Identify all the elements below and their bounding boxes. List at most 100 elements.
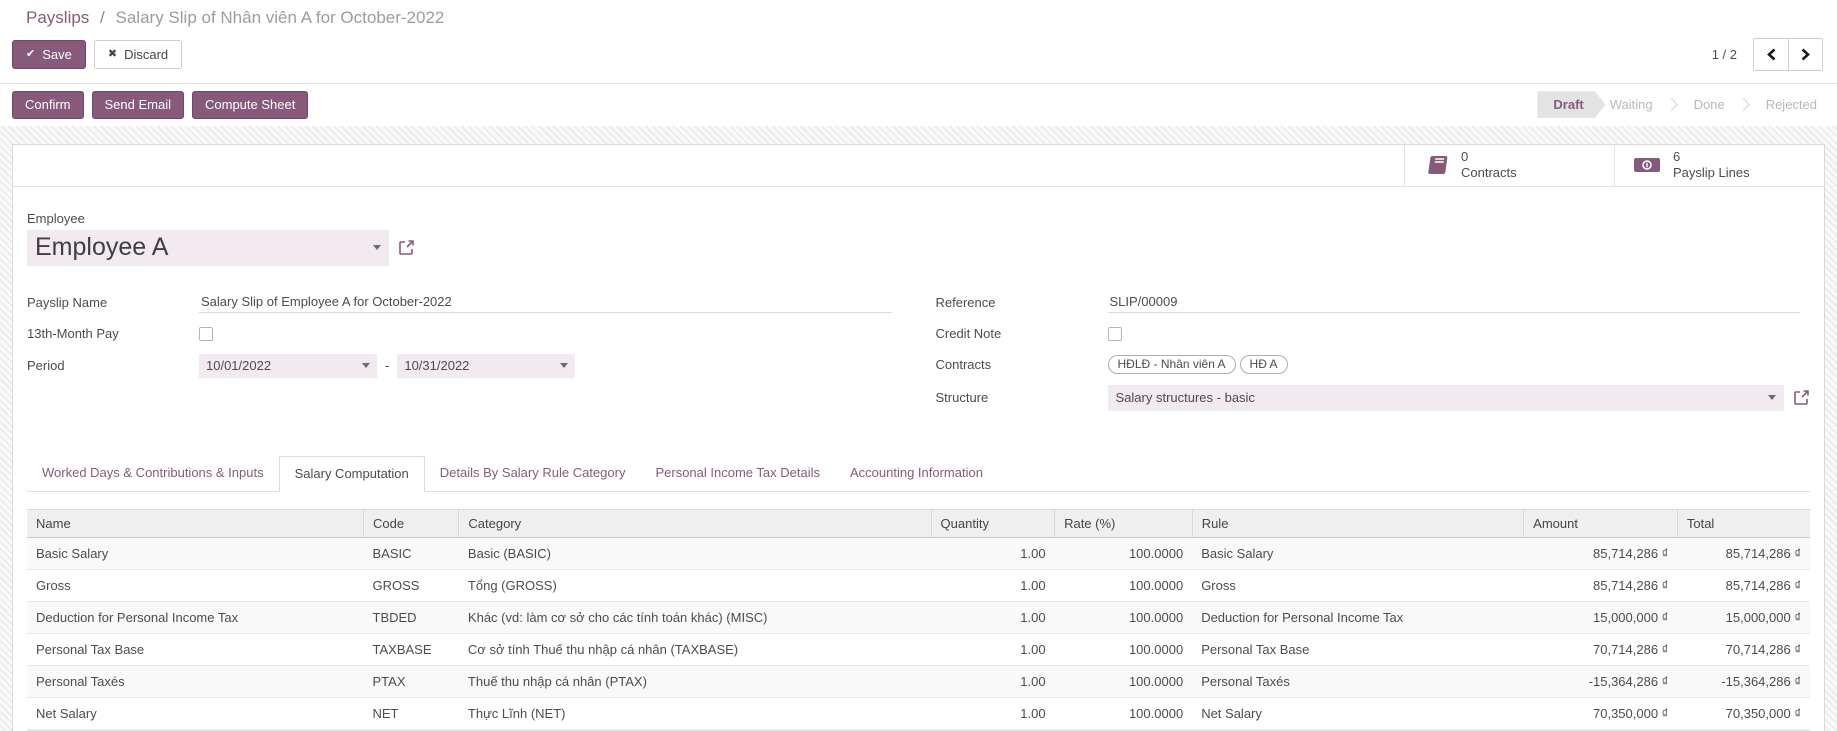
confirm-button[interactable]: Confirm [12, 91, 84, 119]
reference-input[interactable]: SLIP/00009 [1107, 292, 1800, 314]
breadcrumb: Payslips / Salary Slip of Nhân viên A fo… [26, 8, 1825, 28]
cell-category: Khác (vd: làm cơ sở cho các tính toán kh… [458, 601, 932, 634]
save-button[interactable]: ✔ Save [12, 39, 86, 70]
payslip-name-label: Payslip Name [27, 295, 108, 311]
cell-name: Deduction for Personal Income Tax [27, 601, 364, 634]
tab-worked-days[interactable]: Worked Days & Contributions & Inputs [27, 456, 279, 491]
status-done[interactable]: Done [1690, 91, 1729, 118]
employee-row: Employee A [27, 229, 1810, 266]
employee-field-label: Employee [27, 210, 85, 226]
column-header-code[interactable]: Code [362, 508, 459, 538]
column-header-total[interactable]: Total [1676, 508, 1810, 538]
chevron-right-icon [1801, 48, 1810, 61]
money-icon [1634, 158, 1660, 173]
send-email-button[interactable]: Send Email [91, 91, 184, 119]
period-from-input[interactable]: 10/01/2022 [199, 353, 377, 378]
discard-button[interactable]: ✖ Discard [93, 39, 183, 70]
column-header-quantity[interactable]: Quantity [930, 508, 1055, 538]
cell-code: BASIC [363, 537, 459, 570]
cell-quantity: 1.00 [931, 601, 1055, 634]
period-to-value: 10/31/2022 [404, 358, 470, 374]
payslip-lines-stat-text: 6 Payslip Lines [1673, 149, 1750, 182]
table-row[interactable]: Deduction for Personal Income Tax TBDED … [27, 601, 1810, 634]
table-row[interactable]: Gross GROSS Tổng (GROSS) 1.00 100.0000 G… [27, 569, 1810, 602]
cell-total: 70,714,286 ₫ [1677, 633, 1810, 666]
table-row[interactable]: Personal Taxés PTAX Thuế thu nhập cá nhâ… [27, 665, 1810, 698]
tab-salary-computation[interactable]: Salary Computation [278, 455, 425, 492]
cell-name: Personal Taxés [27, 665, 364, 698]
form-sheet: 0 Contracts 6 Payslip Lines Employee Emp… [12, 143, 1825, 731]
compute-sheet-button[interactable]: Compute Sheet [192, 91, 309, 119]
chevron-down-icon [1768, 395, 1776, 401]
structure-external-link-icon[interactable] [1793, 389, 1810, 406]
breadcrumb-current: Salary Slip of Nhân viên A for October-2… [115, 8, 445, 27]
status-draft[interactable]: Draft [1537, 91, 1605, 118]
pager-buttons [1753, 38, 1823, 71]
status-rejected[interactable]: Rejected [1762, 91, 1821, 118]
status-waiting[interactable]: Waiting [1606, 91, 1657, 118]
cell-rate: 100.0000 [1054, 697, 1193, 730]
contract-tag[interactable]: HĐ A [1239, 355, 1288, 375]
pager-value: 1 / 2 [1711, 47, 1737, 62]
x-icon: ✖ [107, 47, 118, 60]
pager-previous-button[interactable] [1754, 39, 1788, 70]
cell-rule: Gross [1192, 569, 1524, 602]
cell-code: TBDED [363, 601, 459, 634]
breadcrumb-payslips-link[interactable]: Payslips [26, 8, 89, 27]
table-row[interactable]: Basic Salary BASIC Basic (BASIC) 1.00 10… [27, 537, 1810, 570]
cell-rate: 100.0000 [1054, 633, 1193, 666]
tab-personal-income-tax-details[interactable]: Personal Income Tax Details [640, 456, 835, 491]
payslip-lines-count: 6 [1673, 148, 1681, 164]
tab-accounting-information[interactable]: Accounting Information [835, 456, 998, 491]
column-header-rate[interactable]: Rate (%) [1054, 508, 1193, 538]
structure-field[interactable]: Salary structures - basic [1107, 384, 1784, 411]
send-email-button-label: Send Email [104, 97, 171, 112]
column-header-rule[interactable]: Rule [1191, 508, 1524, 538]
table-header: Name Code Category Quantity Rate (%) Rul… [27, 508, 1810, 538]
payslip-name-value-wrap: Salary Slip of Employee A for October-20… [199, 292, 902, 314]
payslip-name-input[interactable]: Salary Slip of Employee A for October-20… [199, 292, 892, 314]
table-row[interactable]: Personal Tax Base TAXBASE Cơ sở tính Thu… [27, 633, 1810, 666]
credit-note-checkbox[interactable] [1107, 326, 1122, 341]
notebook-tabs: Worked Days & Contributions & Inputs Sal… [27, 455, 1810, 492]
thirteenth-month-checkbox[interactable] [199, 326, 213, 341]
column-header-amount[interactable]: Amount [1523, 508, 1678, 538]
cell-category: Thực Lĩnh (NET) [458, 697, 932, 730]
employee-external-link-icon[interactable] [398, 239, 415, 256]
contracts-stat-text: 0 Contracts [1461, 149, 1517, 182]
period-from-value: 10/01/2022 [206, 358, 272, 374]
reference-row: Reference SLIP/00009 [936, 292, 1811, 314]
cell-quantity: 1.00 [931, 665, 1055, 698]
cell-rule: Net Salary [1192, 697, 1524, 730]
contracts-row: Contracts HĐLĐ - Nhân viên A HĐ A [936, 354, 1811, 376]
contracts-count: 0 [1461, 148, 1469, 164]
breadcrumb-separator: / [100, 8, 105, 27]
stat-button-box: 0 Contracts 6 Payslip Lines [13, 144, 1824, 187]
table-row[interactable]: Net Salary NET Thực Lĩnh (NET) 1.00 100.… [27, 697, 1810, 730]
column-header-name[interactable]: Name [27, 508, 364, 538]
confirm-button-label: Confirm [25, 97, 71, 112]
thirteenth-month-row: 13th-Month Pay [27, 323, 902, 345]
thirteenth-month-value-wrap [199, 326, 902, 341]
employee-field[interactable]: Employee A [27, 229, 389, 266]
cell-name: Net Salary [27, 697, 364, 730]
cell-total: -15,364,286 ₫ [1677, 665, 1810, 698]
period-to-input[interactable]: 10/31/2022 [397, 353, 576, 378]
contracts-label: Contracts [1461, 165, 1517, 181]
form-header-buttons: Confirm Send Email Compute Sheet [12, 91, 309, 119]
contract-tag[interactable]: HĐLĐ - Nhân viên A [1107, 355, 1236, 375]
cell-name: Basic Salary [27, 537, 364, 570]
cell-rule: Personal Taxés [1192, 665, 1524, 698]
payslip-lines-label: Payslip Lines [1673, 165, 1750, 181]
cell-code: PTAX [363, 665, 459, 698]
credit-note-label: Credit Note [935, 326, 1002, 342]
cell-category: Thuế thu nhập cá nhân (PTAX) [458, 665, 932, 698]
column-header-category[interactable]: Category [458, 508, 932, 538]
pager-next-button[interactable] [1788, 39, 1822, 70]
credit-note-row: Credit Note [936, 323, 1811, 345]
tab-details-by-salary-rule-category[interactable]: Details By Salary Rule Category [425, 456, 641, 491]
form-header: Confirm Send Email Compute Sheet Draft W… [0, 84, 1837, 126]
payslip-lines-stat-button[interactable]: 6 Payslip Lines [1614, 144, 1824, 186]
contracts-stat-button[interactable]: 0 Contracts [1404, 144, 1614, 186]
cell-code: NET [363, 697, 459, 730]
